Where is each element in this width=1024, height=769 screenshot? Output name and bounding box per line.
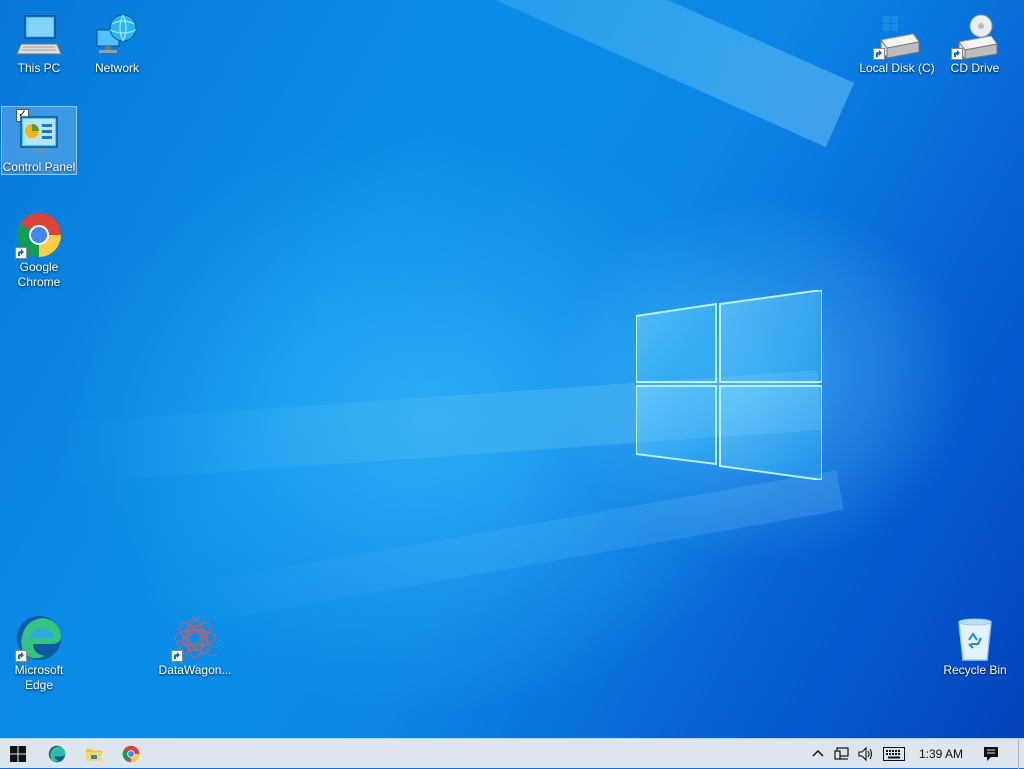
network-globe-icon xyxy=(93,12,141,60)
desktop-icon-label: Control Panel xyxy=(2,160,76,174)
touch-keyboard-icon xyxy=(883,747,905,761)
desktop-icon-label: Google Chrome xyxy=(17,260,61,289)
desktop-icon-label: Microsoft Edge xyxy=(14,663,64,692)
desktop-icon-google-chrome[interactable]: Google Chrome xyxy=(1,207,77,290)
shortcut-arrow-icon xyxy=(15,650,27,662)
taskbar-chrome-button[interactable] xyxy=(113,739,149,769)
start-button[interactable] xyxy=(0,739,36,769)
recycle-bin-icon xyxy=(951,614,999,662)
desktop-icon-label: CD Drive xyxy=(950,61,1000,75)
chevron-up-icon xyxy=(812,749,824,757)
taskbar-edge-button[interactable] xyxy=(39,739,75,769)
desktop-icon-cd-drive[interactable]: CD Drive xyxy=(937,8,1013,76)
desktop-icon-control-panel[interactable]: ✓ Control Panel xyxy=(1,106,77,175)
shortcut-arrow-icon xyxy=(15,247,27,259)
volume-icon xyxy=(858,746,873,762)
wallpaper-light-beam xyxy=(127,470,844,635)
touch-keyboard-button[interactable] xyxy=(880,739,908,769)
edge-icon xyxy=(48,745,66,763)
desktop-icon-datawagon[interactable]: DataWagon... xyxy=(157,610,233,678)
volume-tray-button[interactable] xyxy=(854,739,878,769)
action-center-button[interactable] xyxy=(978,739,1004,769)
desktop-icon-microsoft-edge[interactable]: Microsoft Edge xyxy=(1,610,77,693)
action-center-icon xyxy=(984,747,998,761)
shortcut-arrow-icon xyxy=(171,650,183,662)
shortcut-arrow-icon xyxy=(873,48,885,60)
windows-logo-wallpaper xyxy=(636,290,822,480)
cd-drive-icon xyxy=(951,12,999,60)
desktop-icon-label: This PC xyxy=(17,61,61,75)
desktop-icon-label: DataWagon... xyxy=(158,663,232,677)
network-tray-icon xyxy=(834,747,849,760)
computer-icon xyxy=(15,12,63,60)
desktop-icon-label: Recycle Bin xyxy=(943,663,1007,677)
desktop-icon-label: Local Disk (C) xyxy=(859,61,935,75)
file-explorer-icon xyxy=(86,749,102,761)
chrome-icon xyxy=(15,211,63,259)
desktop-icon-local-disk[interactable]: Local Disk (C) xyxy=(858,8,936,76)
desktop-icon-recycle-bin[interactable]: Recycle Bin xyxy=(937,610,1013,678)
desktop-wallpaper: This PC Network Local Disk (C) CD Drive … xyxy=(0,0,1024,738)
taskbar: 1:39 AM xyxy=(0,738,1024,769)
taskbar-file-explorer-button[interactable] xyxy=(76,739,112,769)
network-tray-button[interactable] xyxy=(830,739,854,769)
control-panel-icon xyxy=(15,111,63,159)
wallpaper-light-beam xyxy=(168,0,855,147)
desktop-icon-network[interactable]: Network xyxy=(79,8,155,76)
desktop-icon-this-pc[interactable]: This PC xyxy=(1,8,77,76)
desktop-icon-label: Network xyxy=(94,61,139,75)
show-hidden-icons-button[interactable] xyxy=(808,739,828,769)
datawagon-icon xyxy=(171,614,219,662)
chrome-icon xyxy=(122,745,140,763)
edge-icon xyxy=(15,614,63,662)
taskbar-clock[interactable]: 1:39 AM xyxy=(912,739,970,769)
clock-time: 1:39 AM xyxy=(918,747,964,761)
show-desktop-button[interactable] xyxy=(1018,739,1024,769)
shortcut-arrow-icon xyxy=(951,48,963,60)
windows-start-icon xyxy=(10,746,26,762)
hard-drive-icon xyxy=(873,12,921,60)
